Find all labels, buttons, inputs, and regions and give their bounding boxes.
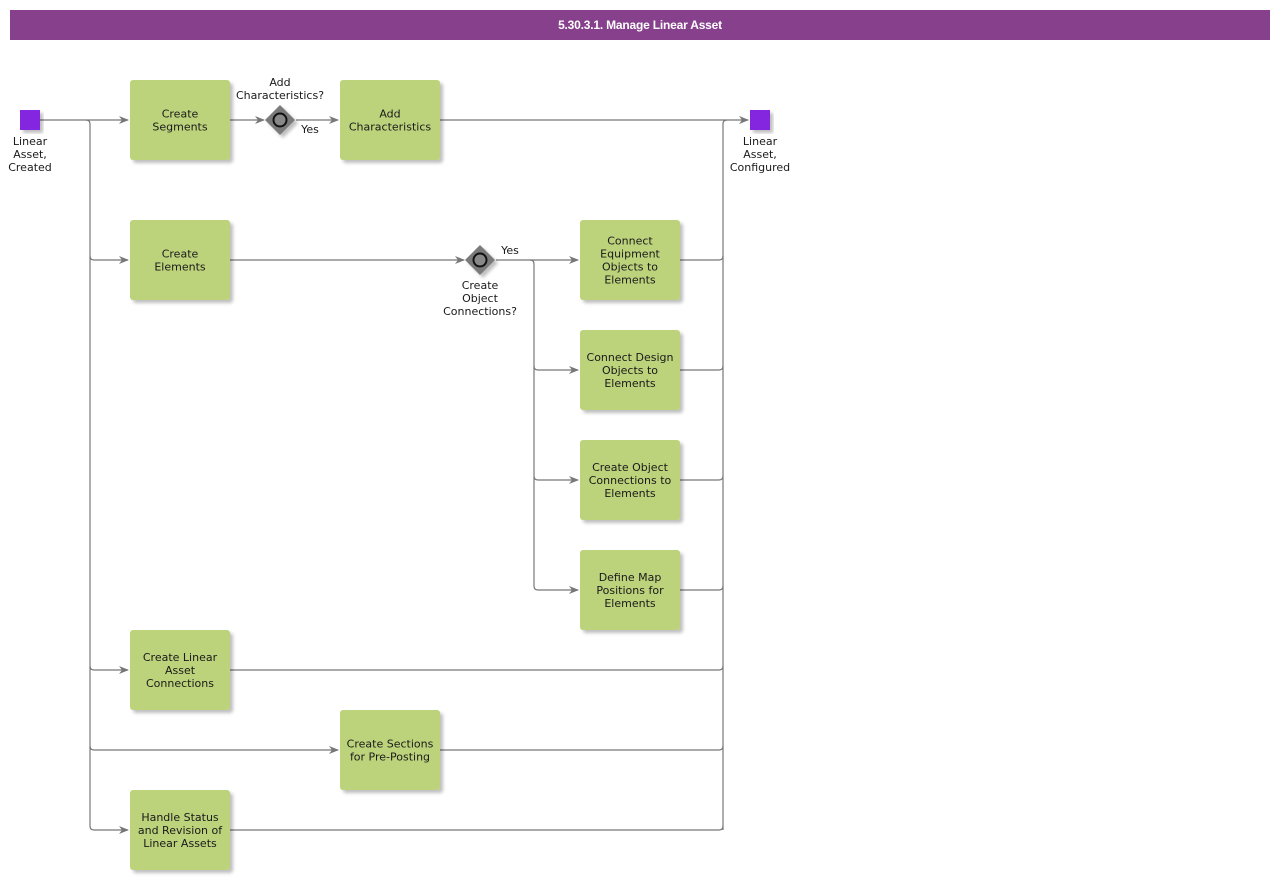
task-label: Segments [152, 121, 208, 134]
task-label: Connect [607, 235, 653, 248]
task-label: Linear Assets [143, 837, 217, 850]
gateway-circle-icon [272, 112, 288, 128]
task-label: Elements [604, 597, 656, 610]
gateway-label: Add [269, 76, 290, 89]
gateway-yes-label: Yes [300, 123, 319, 136]
task-label: Add [379, 108, 400, 121]
event-label: Linear [13, 135, 48, 148]
event-label: Linear [743, 135, 778, 148]
task-label: Elements [604, 487, 656, 500]
task-label: Connect Design [587, 351, 674, 364]
event-label: Asset, [743, 148, 777, 161]
task-define-map-positions[interactable]: Define MapPositions forElements [580, 550, 680, 630]
task-label: Create [162, 248, 199, 261]
task-label: Create Object [592, 461, 669, 474]
task-create-linear-asset-connections[interactable]: Create LinearAssetConnections [130, 630, 230, 710]
event-square-icon [750, 110, 770, 130]
task-label: for Pre-Posting [350, 751, 430, 764]
task-label: and Revision of [138, 824, 223, 837]
task-connect-design[interactable]: Connect DesignObjects toElements [580, 330, 680, 410]
gateway-create-object-connections[interactable]: CreateObjectConnections? Yes [443, 244, 519, 318]
nodes: CreateSegmentsAddCharacteristicsCreateEl… [8, 76, 790, 870]
task-add-characteristics[interactable]: AddCharacteristics [340, 80, 440, 160]
flow-to-create-object-connections [533, 475, 579, 484]
task-label: Handle Status [141, 811, 219, 824]
event-label: Asset, [13, 148, 47, 161]
flow-to-connect-design [533, 365, 579, 374]
task-label: Define Map [599, 571, 662, 584]
task-label: Characteristics [349, 121, 432, 134]
merge-bus [722, 119, 728, 830]
task-label: Create Sections [347, 738, 434, 751]
task-label: Positions for [596, 584, 664, 597]
gateway-yes-label: Yes [500, 244, 519, 257]
flow-to-define-map-positions [529, 259, 579, 594]
gateway-label: Connections? [443, 305, 517, 318]
flow-handle-status-to-end [230, 825, 724, 831]
task-create-elements[interactable]: CreateElements [130, 220, 230, 300]
flow-sections-to-end [440, 745, 724, 751]
flow-trunk-to-handle-status [85, 119, 129, 834]
gateway-label: Create [462, 279, 499, 292]
gateway-label: Characteristics? [236, 89, 324, 102]
task-label: Create Linear [143, 651, 218, 664]
task-label: Objects to [602, 261, 658, 274]
task-label: Equipment [600, 248, 660, 261]
gateway-label: Object [462, 292, 499, 305]
task-label: Connections [146, 677, 214, 690]
task-label: Elements [154, 261, 206, 274]
event-label: Configured [730, 161, 790, 174]
flow-define-map-to-end [680, 585, 724, 591]
event-square-icon [20, 110, 40, 130]
task-label: Objects to [602, 364, 658, 377]
task-label: Elements [604, 377, 656, 390]
task-label: Create [162, 108, 199, 121]
flow-to-create-linear-asset-connections [89, 665, 129, 674]
task-create-segments[interactable]: CreateSegments [130, 80, 230, 160]
task-create-object-connections[interactable]: Create ObjectConnections toElements [580, 440, 680, 520]
task-label: Connections to [589, 474, 672, 487]
process-diagram: CreateSegmentsAddCharacteristicsCreateEl… [8, 76, 790, 870]
task-handle-status[interactable]: Handle Statusand Revision ofLinear Asset… [130, 790, 230, 870]
flow-linear-asset-connections-to-end [230, 665, 724, 671]
flow-connect-equipment-to-end [680, 255, 724, 261]
flow-create-object-connections-to-end [680, 475, 724, 481]
task-create-sections[interactable]: Create Sectionsfor Pre-Posting [340, 710, 440, 790]
flow-to-create-elements [89, 255, 129, 264]
event-label: Created [8, 161, 52, 174]
flow-to-create-sections [89, 745, 339, 754]
flow-connect-design-to-end [680, 365, 724, 371]
task-label: Elements [604, 274, 656, 287]
gateway-add-characteristics[interactable]: AddCharacteristics? Yes [236, 76, 324, 136]
task-connect-equipment[interactable]: ConnectEquipmentObjects toElements [580, 220, 680, 300]
task-label: Asset [165, 664, 196, 677]
gateway-circle-icon [472, 252, 488, 268]
